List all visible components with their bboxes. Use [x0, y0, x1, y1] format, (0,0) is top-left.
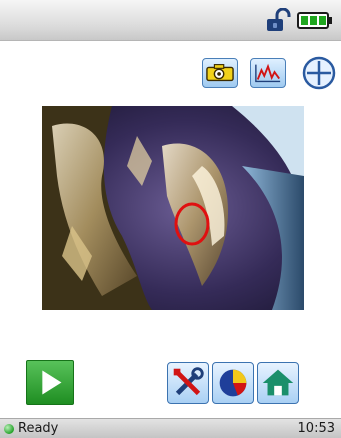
waveform-button[interactable]: [250, 58, 286, 88]
bottom-status-bar: Ready 10:53: [0, 418, 341, 438]
camera-snapshot-icon: [206, 64, 234, 82]
status-indicator-icon: [4, 424, 14, 434]
play-button[interactable]: [26, 360, 74, 405]
waveform-chart-icon: [255, 63, 281, 83]
tools-button[interactable]: [167, 362, 209, 404]
crosshair-add-icon[interactable]: [302, 56, 336, 90]
clock-time: 10:53: [297, 421, 335, 436]
top-status-bar: [0, 0, 341, 41]
inspection-image: [42, 106, 304, 310]
tools-settings-icon: [173, 367, 204, 396]
play-icon: [42, 370, 62, 395]
home-icon: [262, 369, 294, 396]
home-button[interactable]: [257, 362, 299, 404]
camera-video-view[interactable]: [42, 106, 304, 310]
analysis-button[interactable]: [212, 362, 254, 404]
battery-full-icon: [297, 12, 332, 29]
snapshot-button[interactable]: [202, 58, 238, 88]
pie-chart-icon: [219, 369, 247, 397]
status-text: Ready: [18, 421, 59, 436]
unlocked-padlock-icon: [267, 8, 291, 31]
